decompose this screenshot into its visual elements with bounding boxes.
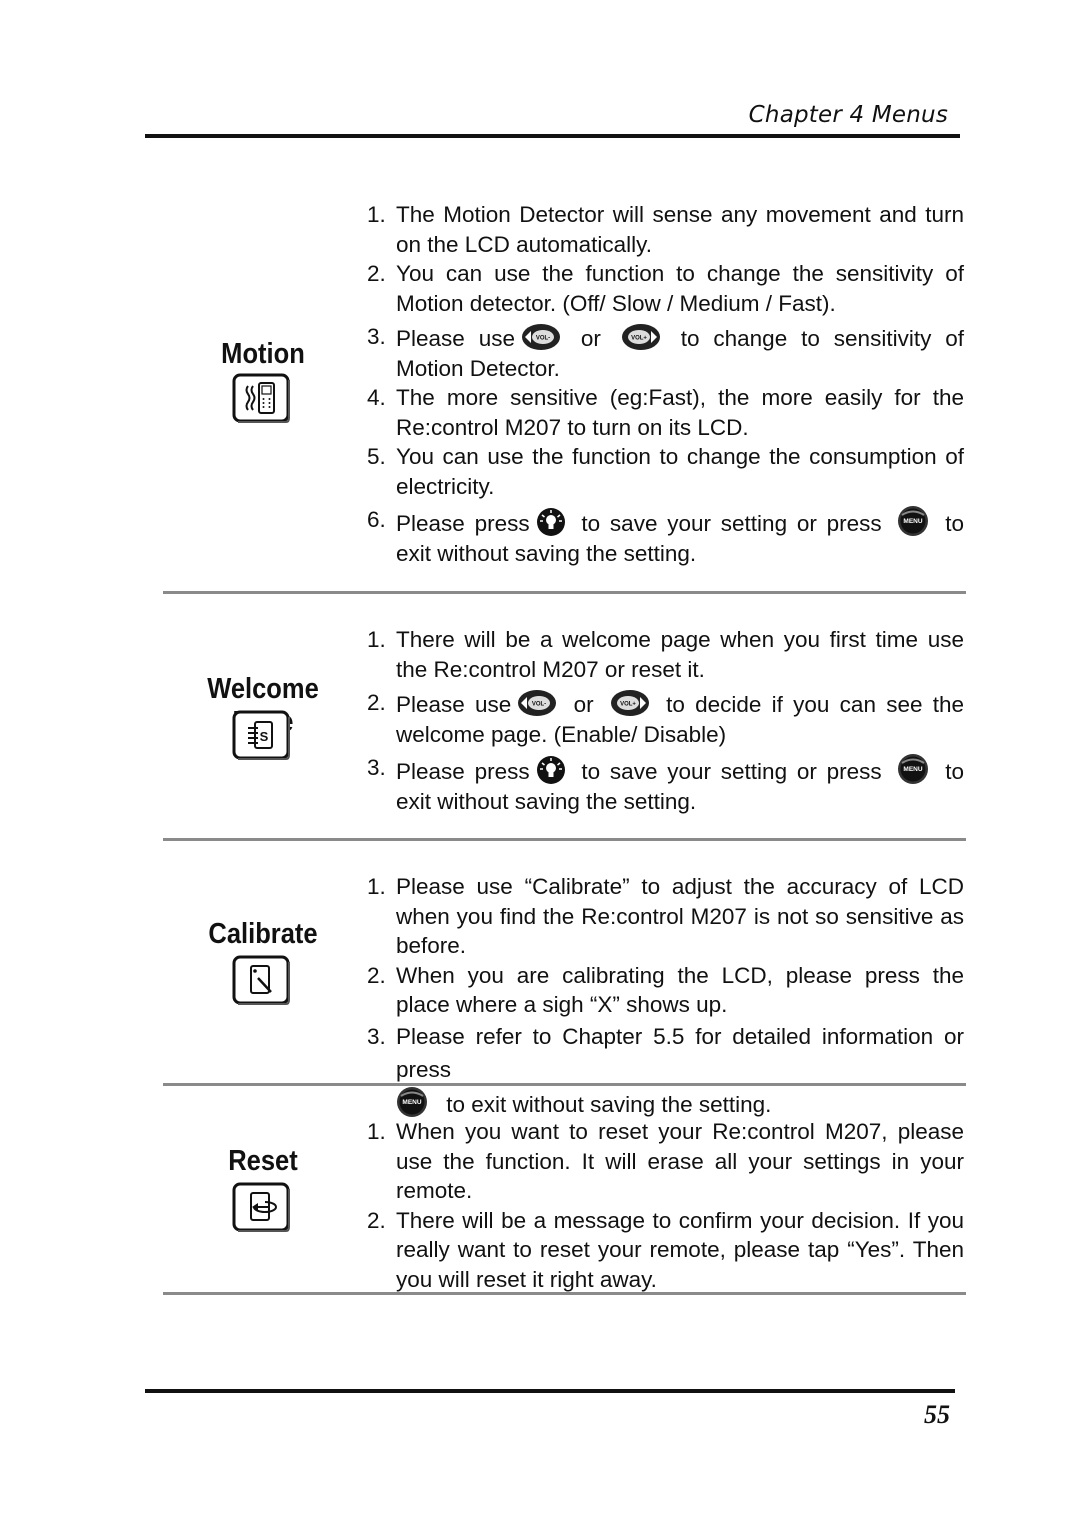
item-number: 2. xyxy=(367,962,386,988)
item-number: 3. xyxy=(367,324,386,349)
list-item: 6. Please press to save your setting or … xyxy=(364,505,964,568)
item-text: Please use xyxy=(396,326,515,351)
list-item: 2. You can use the function to change th… xyxy=(364,259,964,318)
section-calibrate: Calibrate 1. Please use “Calibrate” to a… xyxy=(163,852,966,1082)
item-number: 6. xyxy=(367,507,386,532)
item-text: When you are calibrating the LCD, please… xyxy=(396,962,964,1018)
motion-instructions: 1. The Motion Detector will sense any mo… xyxy=(364,200,964,568)
section-divider xyxy=(163,591,966,594)
header-rule xyxy=(145,134,960,138)
item-number: 1. xyxy=(367,1119,386,1144)
list-item: 2. There will be a message to confirm yo… xyxy=(364,1206,964,1295)
item-text: Please use xyxy=(396,692,512,717)
item-number: 1. xyxy=(367,202,386,227)
item-text: to save your setting or press xyxy=(571,759,892,784)
item-number: 2. xyxy=(367,261,386,286)
item-number: 3. xyxy=(367,1023,386,1049)
light-bulb-save-button-icon xyxy=(536,755,566,785)
welcome-page-icon: S xyxy=(231,709,291,761)
item-text: There will be a message to confirm your … xyxy=(396,1207,964,1292)
item-number: 3. xyxy=(367,755,386,780)
item-text: You can use the function to change the c… xyxy=(396,444,964,499)
light-bulb-save-button-icon xyxy=(536,507,566,537)
item-text: to save your setting or press xyxy=(571,511,892,536)
item-number: 5. xyxy=(367,444,386,469)
reset-icon xyxy=(231,1181,291,1233)
section-reset: Reset 1. When you want to reset your Re:… xyxy=(163,1097,966,1292)
item-text: You can use the function to change the s… xyxy=(396,261,964,316)
item-text: or xyxy=(563,692,604,717)
list-item: 1. The Motion Detector will sense any mo… xyxy=(364,200,964,259)
item-text: The Motion Detector will sense any movem… xyxy=(396,202,964,257)
list-item: 1. When you want to reset your Re:contro… xyxy=(364,1117,964,1206)
menu-button-icon xyxy=(897,505,929,537)
section-title: Motion xyxy=(221,338,305,370)
reset-instructions: 1. When you want to reset your Re:contro… xyxy=(364,1117,964,1294)
item-text: or xyxy=(566,326,615,351)
item-text: Please press xyxy=(396,759,530,784)
page-number: 55 xyxy=(924,1400,950,1429)
list-item: 2. When you are calibrating the LCD, ple… xyxy=(364,961,964,1020)
svg-text:S: S xyxy=(260,729,269,744)
vol-plus-button-icon xyxy=(610,688,650,718)
item-number: 2. xyxy=(367,690,386,715)
section-title: Reset xyxy=(228,1145,298,1177)
list-item: 4. The more sensitive (eg:Fast), the mor… xyxy=(364,383,964,442)
chapter-header: Chapter 4 Menus xyxy=(145,98,960,138)
section-divider xyxy=(163,838,966,841)
list-item: 3. Please press to save your setting or … xyxy=(364,753,964,816)
item-text: Please refer to Chapter 5.5 for detailed… xyxy=(396,1023,964,1082)
vol-minus-button-icon xyxy=(521,322,561,352)
item-text: The more sensitive (eg:Fast), the more e… xyxy=(396,385,964,440)
section-divider xyxy=(163,1083,966,1086)
item-number: 1. xyxy=(367,874,386,899)
list-item: 3. Please use or to change to sensitivit… xyxy=(364,322,964,383)
section-welcome-page: Welcome Page S 1. There will be a welcom… xyxy=(163,605,966,835)
item-number: 1. xyxy=(367,627,386,652)
item-text: When you want to reset your Re:control M… xyxy=(396,1119,964,1203)
list-item: 5. You can use the function to change th… xyxy=(364,442,964,501)
list-item: 2. Please use or to decide if you can se… xyxy=(364,688,964,749)
vol-minus-button-icon xyxy=(517,688,557,718)
section-title: Calibrate xyxy=(208,918,318,950)
item-text: Please use “Calibrate” to adjust the acc… xyxy=(396,874,964,958)
item-number: 2. xyxy=(367,1207,386,1233)
chapter-title: Chapter 4 Menus xyxy=(748,102,948,128)
section-motion: Motion 1. The Motion Detector will sense… xyxy=(163,180,966,590)
item-text: Please press xyxy=(396,511,530,536)
motion-detector-icon xyxy=(231,372,291,424)
vol-plus-button-icon xyxy=(621,322,661,352)
list-item: 1. Please use “Calibrate” to adjust the … xyxy=(364,872,964,961)
welcome-page-instructions: 1. There will be a welcome page when you… xyxy=(364,625,964,816)
calibrate-icon xyxy=(231,954,291,1006)
item-text: There will be a welcome page when you fi… xyxy=(396,627,964,682)
menu-button-icon xyxy=(897,753,929,785)
footer-rule xyxy=(145,1389,955,1393)
item-number: 4. xyxy=(367,385,386,410)
section-divider xyxy=(163,1292,966,1295)
list-item: 1. There will be a welcome page when you… xyxy=(364,625,964,684)
